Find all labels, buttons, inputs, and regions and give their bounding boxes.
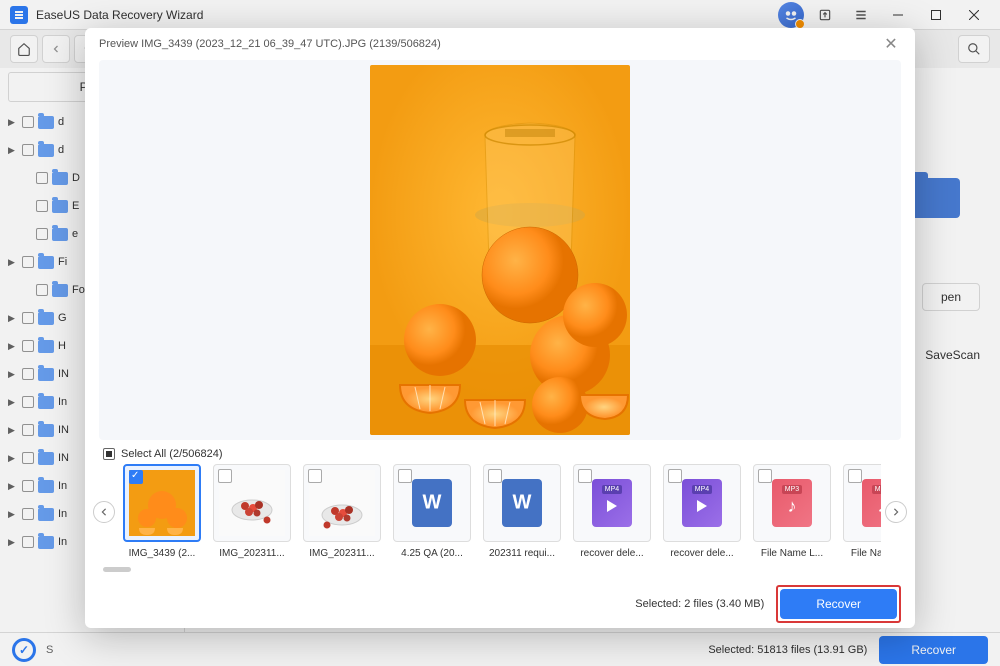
thumbnail-item: IMG_3439 (2... (123, 464, 201, 559)
thumbnail[interactable] (663, 464, 741, 542)
mp4-file-icon (592, 479, 632, 527)
thumbnail-item: IMG_202311... (303, 464, 381, 559)
thumbnail-item: IMG_202311... (213, 464, 291, 559)
select-all-row: Select All (2/506824) (85, 440, 915, 464)
thumbnail-label: 4.25 QA (20... (393, 548, 471, 559)
thumbnail[interactable] (393, 464, 471, 542)
thumbnail-item: 4.25 QA (20... (393, 464, 471, 559)
preview-area (99, 60, 901, 440)
next-button[interactable] (885, 501, 907, 523)
recover-button[interactable]: Recover (780, 589, 897, 619)
thumbnail-checkbox[interactable] (308, 469, 322, 483)
modal-overlay: Preview IMG_3439 (2023_12_21 06_39_47 UT… (0, 0, 1000, 666)
thumbnail-label: IMG_202311... (213, 548, 291, 559)
thumbnail-label: File Name L... (843, 548, 881, 559)
thumbnail-item: 202311 requi... (483, 464, 561, 559)
thumbnail-checkbox[interactable] (668, 469, 682, 483)
prev-button[interactable] (93, 501, 115, 523)
thumbnail-checkbox[interactable] (758, 469, 772, 483)
thumbnail-label: recover dele... (573, 548, 651, 559)
preview-image (370, 65, 630, 435)
modal-selected-text: Selected: 2 files (3.40 MB) (635, 598, 764, 610)
thumbnail[interactable] (123, 464, 201, 542)
thumbnail-label: IMG_202311... (303, 548, 381, 559)
thumbnail-checkbox[interactable] (578, 469, 592, 483)
doc-file-icon (502, 479, 542, 527)
select-all-label: Select All (2/506824) (121, 448, 223, 460)
mp3-file-icon (772, 479, 812, 527)
thumbnail[interactable] (213, 464, 291, 542)
thumbnail-strip: IMG_3439 (2... IMG_202311... IMG_202311...… (85, 464, 915, 559)
thumbnail-checkbox[interactable] (398, 469, 412, 483)
modal-title: Preview IMG_3439 (2023_12_21 06_39_47 UT… (99, 38, 441, 50)
thumbnail[interactable] (303, 464, 381, 542)
thumbnail-item: File Name L... (753, 464, 831, 559)
recover-highlight: Recover (776, 585, 901, 623)
preview-modal: Preview IMG_3439 (2023_12_21 06_39_47 UT… (85, 28, 915, 628)
mp4-file-icon (682, 479, 722, 527)
doc-file-icon (412, 479, 452, 527)
mp3-file-icon (862, 479, 881, 527)
thumbnail-label: recover dele... (663, 548, 741, 559)
modal-footer: Selected: 2 files (3.40 MB) Recover (85, 580, 915, 628)
modal-header: Preview IMG_3439 (2023_12_21 06_39_47 UT… (85, 28, 915, 60)
thumbnail[interactable] (483, 464, 561, 542)
thumbnail-checkbox[interactable] (129, 470, 143, 484)
thumbnail[interactable] (573, 464, 651, 542)
thumbnail-checkbox[interactable] (488, 469, 502, 483)
thumbnail[interactable] (843, 464, 881, 542)
thumbnail-label: IMG_3439 (2... (123, 548, 201, 559)
select-all-checkbox[interactable] (103, 448, 115, 460)
thumbnail-checkbox[interactable] (848, 469, 862, 483)
thumbnail-item: recover dele... (663, 464, 741, 559)
thumbnail-checkbox[interactable] (218, 469, 232, 483)
thumbnail-label: 202311 requi... (483, 548, 561, 559)
thumbnail-scrollbar[interactable] (103, 567, 897, 573)
thumbnail-item: recover dele... (573, 464, 651, 559)
thumbnail-item: File Name L... (843, 464, 881, 559)
close-icon[interactable]: ✕ (881, 34, 901, 54)
thumbnail[interactable] (753, 464, 831, 542)
thumbnail-label: File Name L... (753, 548, 831, 559)
